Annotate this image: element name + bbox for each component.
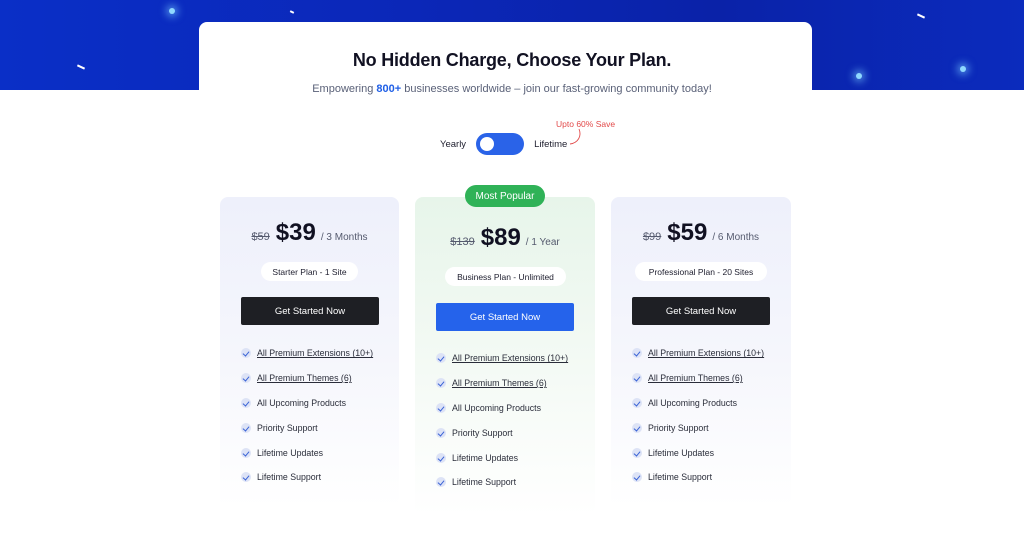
plan-name-badge: Business Plan - Unlimited: [445, 267, 566, 286]
feature-item: Lifetime Support: [241, 465, 373, 490]
old-price: $139: [450, 236, 475, 248]
price-row: $99 $59 / 6 Months: [611, 219, 791, 247]
feature-item: Lifetime Updates: [436, 445, 568, 470]
feature-list: All Premium Extensions (10+) All Premium…: [241, 341, 373, 490]
shooting-star-icon: [289, 10, 295, 14]
get-started-button[interactable]: Get Started Now: [632, 297, 770, 325]
old-price: $99: [642, 231, 662, 243]
check-circle-icon: [241, 447, 251, 458]
billing-period: / 3 Months: [320, 232, 368, 243]
check-circle-icon: [436, 378, 446, 389]
feature-item: Priority Support: [632, 415, 764, 440]
feature-item: Lifetime Support: [436, 470, 568, 495]
feature-text: Lifetime Updates: [257, 447, 324, 458]
check-circle-icon: [632, 397, 642, 408]
curved-arrow-icon: [569, 128, 581, 145]
page-title: No Hidden Charge, Choose Your Plan.: [352, 50, 672, 70]
plan-name-badge: Professional Plan - 20 Sites: [635, 262, 767, 281]
business-count: 800+: [376, 83, 402, 95]
page-subtitle: Empowering 800+ businesses worldwide – j…: [0, 83, 1024, 95]
feature-item: All Upcoming Products: [241, 391, 373, 416]
toggle-knob: [480, 137, 495, 151]
feature-item: Priority Support: [241, 415, 373, 440]
plan-name-badge: Starter Plan - 1 Site: [261, 262, 358, 281]
feature-link[interactable]: All Premium Themes (6): [452, 378, 547, 388]
feature-item: All Premium Extensions (10+): [436, 346, 568, 371]
feature-link[interactable]: All Premium Themes (6): [648, 373, 743, 383]
shooting-star-icon: [916, 13, 926, 19]
billing-toggle-group: Yearly Lifetime: [440, 133, 567, 155]
billing-toggle-switch[interactable]: [476, 133, 525, 155]
feature-text: Lifetime Updates: [452, 452, 519, 463]
feature-item: Priority Support: [436, 420, 568, 445]
billing-period: / 6 Months: [712, 232, 760, 243]
check-circle-icon: [241, 472, 251, 483]
check-circle-icon: [632, 422, 642, 433]
sparkle-icon: [856, 73, 862, 79]
check-circle-icon: [241, 422, 251, 433]
current-price: $39: [275, 219, 316, 246]
feature-text: Lifetime Support: [452, 477, 517, 488]
billing-period: / 1 Year: [525, 237, 560, 248]
price-row: $59 $39 / 3 Months: [220, 219, 399, 247]
save-note: Upto 60% Save: [556, 119, 616, 129]
feature-link[interactable]: All Premium Extensions (10+): [257, 348, 373, 358]
feature-text: Priority Support: [257, 422, 318, 433]
get-started-button[interactable]: Get Started Now: [436, 303, 574, 331]
check-circle-icon: [632, 472, 642, 483]
feature-item: All Premium Extensions (10+): [632, 341, 764, 366]
feature-item: Lifetime Updates: [241, 440, 373, 465]
check-circle-icon: [241, 397, 251, 408]
feature-item: Lifetime Support: [632, 465, 764, 490]
feature-link[interactable]: All Premium Extensions (10+): [648, 348, 764, 358]
feature-text: Priority Support: [648, 422, 709, 433]
check-circle-icon: [436, 427, 446, 438]
feature-item: All Premium Themes (6): [241, 366, 373, 391]
feature-text: All Upcoming Products: [257, 397, 346, 408]
feature-item: All Premium Themes (6): [632, 366, 764, 391]
feature-text: All Upcoming Products: [648, 397, 737, 408]
feature-text: Lifetime Support: [648, 472, 713, 483]
feature-text: All Upcoming Products: [452, 402, 541, 413]
feature-item: All Premium Themes (6): [436, 371, 568, 396]
feature-item: All Premium Extensions (10+): [241, 341, 373, 366]
old-price: $59: [251, 231, 270, 243]
check-circle-icon: [241, 373, 251, 384]
check-circle-icon: [632, 373, 642, 384]
feature-list: All Premium Extensions (10+) All Premium…: [436, 346, 568, 495]
feature-link[interactable]: All Premium Extensions (10+): [452, 353, 568, 363]
subtitle-text-start: Empowering: [312, 83, 377, 95]
feature-item: All Upcoming Products: [436, 396, 568, 421]
most-popular-badge: Most Popular: [465, 185, 545, 207]
feature-item: All Upcoming Products: [632, 391, 764, 416]
check-circle-icon: [632, 348, 642, 359]
feature-text: Lifetime Updates: [648, 447, 715, 458]
toggle-label-lifetime[interactable]: Lifetime: [534, 139, 567, 150]
feature-text: Lifetime Support: [257, 472, 322, 483]
sparkle-icon: [169, 8, 175, 14]
check-circle-icon: [436, 477, 446, 488]
check-circle-icon: [241, 348, 251, 359]
check-circle-icon: [436, 402, 446, 413]
feature-link[interactable]: All Premium Themes (6): [257, 373, 352, 383]
current-price: $59: [667, 219, 708, 246]
get-started-button[interactable]: Get Started Now: [241, 297, 379, 325]
toggle-label-yearly[interactable]: Yearly: [440, 139, 466, 150]
check-circle-icon: [632, 447, 642, 458]
subtitle-text-end: businesses worldwide – join our fast-gro…: [401, 83, 712, 95]
feature-item: Lifetime Updates: [632, 440, 764, 465]
feature-list: All Premium Extensions (10+) All Premium…: [632, 341, 764, 490]
feature-text: Priority Support: [452, 427, 513, 438]
check-circle-icon: [436, 452, 446, 463]
check-circle-icon: [436, 353, 446, 364]
current-price: $89: [480, 224, 521, 251]
price-row: $139 $89 / 1 Year: [415, 224, 595, 252]
